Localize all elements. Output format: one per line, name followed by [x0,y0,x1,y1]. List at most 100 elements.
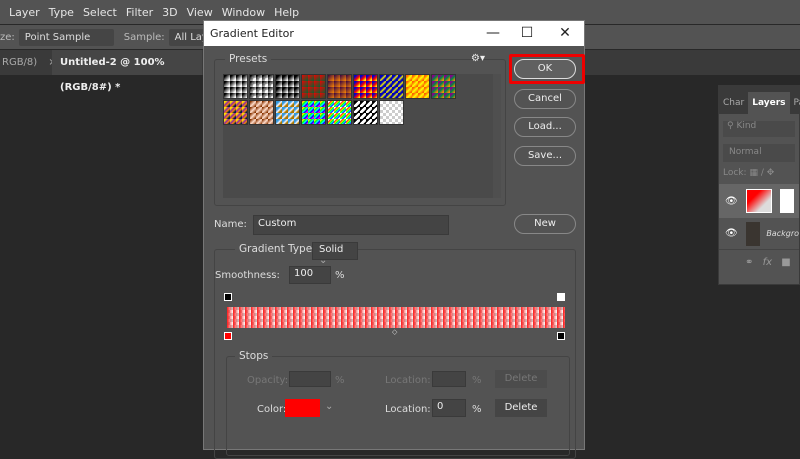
tab-layers[interactable]: Layers [748,92,790,114]
preset-swatch-black-transparent[interactable] [249,74,274,99]
menu-select[interactable]: Select [83,6,117,19]
lock-label: Lock: [723,168,747,178]
kind-filter[interactable]: ⚲ Kind [723,121,795,137]
layers-panel: Char Layers Pa ⚲ Kind Normal Lock: ▦ / ✥… [718,85,800,285]
color-delete-button[interactable]: Delete [495,399,547,417]
mask-icon[interactable]: ■ [781,257,790,268]
color-location-label: Location: [385,404,431,415]
preset-swatch-yellow-violet-orange-blue[interactable] [223,100,248,125]
menu-type[interactable]: Type [49,6,74,19]
brush-icon[interactable]: / [761,168,764,178]
percent-label: % [335,270,345,281]
tab-paths[interactable]: Pa [790,92,800,114]
preset-swatch-violet-green-orange[interactable] [431,74,456,99]
gradient-preview-bar[interactable] [227,307,565,328]
fx-icon[interactable]: fx [763,257,772,268]
smoothness-label: Smoothness: [215,270,280,281]
ok-button[interactable]: OK [514,59,576,79]
gradient-editor-dialog: Gradient Editor — ☐ ✕ Presets ⚙▾ OK Canc… [203,20,585,459]
preset-swatch-transparent-stripes[interactable] [353,100,378,125]
cancel-button[interactable]: Cancel [514,89,576,109]
gradient-group: Gradient Type: Solid ⌄ Smoothness: 100 %… [214,242,576,459]
preset-swatch-black-white[interactable] [223,74,248,99]
layer-gradient[interactable]: 👁 [719,184,799,218]
preset-swatch-red-green[interactable] [301,74,326,99]
midpoint-diamond[interactable]: ◇ [392,328,397,336]
preset-swatch-transparent[interactable] [379,100,404,125]
tab-label: RGB/8) [2,57,38,68]
menu-view[interactable]: View [187,6,213,19]
color-swatch[interactable] [285,399,320,417]
opacity-stop-left[interactable] [224,293,232,301]
tab-character[interactable]: Char [719,92,748,114]
dialog-titlebar: Gradient Editor — ☐ ✕ [204,21,584,46]
menu-help[interactable]: Help [274,6,299,19]
move-icon[interactable]: ✥ [767,168,775,178]
lock-pixels-icon[interactable]: ▦ [749,168,758,178]
kind-label: Kind [736,121,757,131]
load-button[interactable]: Load... [514,117,576,137]
color-label: Color: [257,404,287,415]
chevron-down-icon[interactable]: ⌄ [325,401,333,412]
presets-group: Presets ⚙▾ [214,53,506,206]
opacity-input [289,371,331,387]
close-icon[interactable]: ✕ [548,21,582,46]
opacity-percent: % [335,375,345,386]
name-label: Name: [214,219,247,230]
size-label: ze: [0,31,15,43]
menu-layer[interactable]: Layer [9,6,40,19]
smoothness-input[interactable]: 100 [289,266,331,284]
menu-3d[interactable]: 3D [162,6,177,19]
color-location-percent: % [472,404,482,415]
maximize-icon[interactable]: ☐ [510,21,544,46]
background-thumbnail [745,221,761,246]
new-button[interactable]: New [514,214,576,234]
color-stop-left[interactable] [224,332,232,340]
opacity-location-input [432,371,466,387]
opacity-stop-right[interactable] [557,293,565,301]
dialog-title: Gradient Editor [210,27,294,40]
gear-icon[interactable]: ⚙▾ [471,53,485,64]
preset-swatch-spectrum[interactable] [301,100,326,125]
opacity-delete-button: Delete [495,370,547,388]
menu-filter[interactable]: Filter [126,6,153,19]
tab-untitled-2[interactable]: Untitled-2 @ 100% (RGB/8#) * [52,50,202,93]
eye-icon[interactable]: 👁 [725,228,738,239]
opacity-location-label: Location: [385,375,431,386]
preset-swatch-blue-red-yellow[interactable] [353,74,378,99]
menu-window[interactable]: Window [222,6,265,19]
chevron-down-icon: ⌄ [319,255,328,266]
presets-scrollbar[interactable] [493,74,501,198]
eye-icon[interactable]: 👁 [725,196,738,207]
mask-thumbnail [779,189,794,213]
presets-label: Presets [225,53,272,65]
color-location-input[interactable]: 0 [432,399,466,417]
blend-mode-select[interactable]: Normal [723,144,795,162]
preset-swatch-violet-orange[interactable] [327,74,352,99]
gradient-type-label: Gradient Type: [235,243,320,255]
stops-group: Stops Opacity: % Location: % Delete Colo… [226,350,570,456]
opacity-location-percent: % [472,375,482,386]
link-icon[interactable]: ⚭ [745,257,753,268]
preset-swatch-transparent-rainbow[interactable] [327,100,352,125]
preset-swatch-blue-yellow-blue[interactable] [379,74,404,99]
minimize-icon[interactable]: — [476,21,510,46]
sample-size-select[interactable]: Point Sample [18,28,114,46]
preset-swatches [223,74,493,198]
preset-swatch-copper[interactable] [249,100,274,125]
stops-label: Stops [235,350,273,362]
layer-background[interactable]: 👁 Backgro [719,218,799,250]
gradient-type-select[interactable]: Solid ⌄ [312,242,358,266]
opacity-label: Opacity: [247,375,289,386]
preset-swatch-chrome[interactable] [275,100,300,125]
color-stop-right[interactable] [557,332,565,340]
layer-name: Backgro [766,229,799,238]
gradient-thumbnail [745,189,772,213]
sample-label: Sample: [123,31,165,43]
tab-label: Untitled-2 @ 100% (RGB/8#) * [60,57,165,93]
gradient-type-value: Solid [319,244,344,255]
save-button[interactable]: Save... [514,146,576,166]
preset-swatch-orange-yellow-orange[interactable] [405,74,430,99]
name-input[interactable]: Custom [253,215,449,235]
preset-swatch-black-white-2[interactable] [275,74,300,99]
